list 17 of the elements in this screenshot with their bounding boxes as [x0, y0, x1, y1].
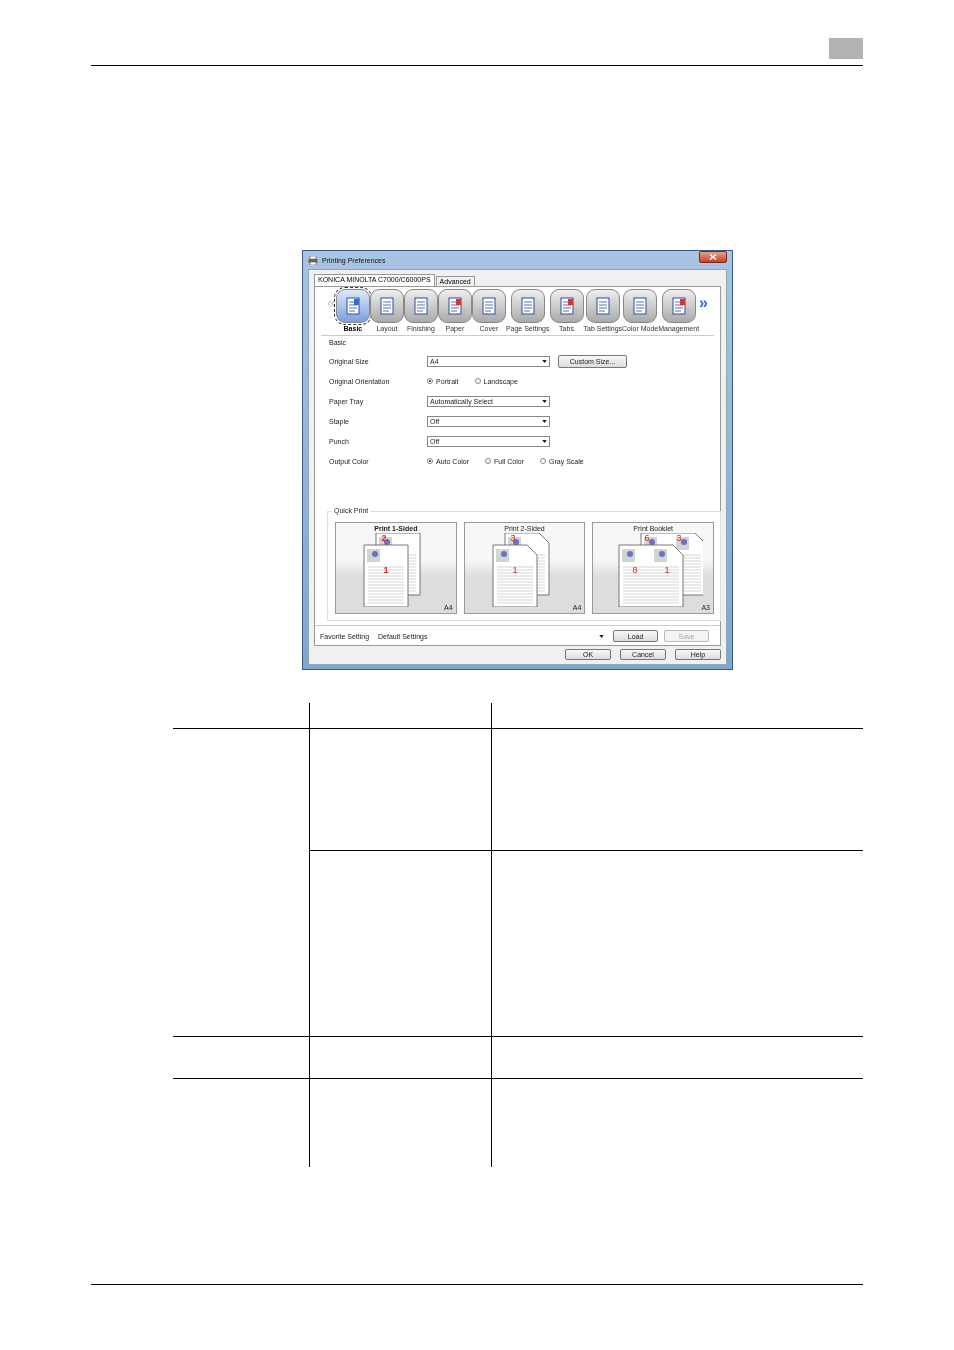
scroll-right-button[interactable]: »	[699, 295, 708, 311]
caret-icon	[542, 439, 547, 443]
caret-icon	[542, 419, 547, 423]
close-button[interactable]	[699, 251, 727, 263]
caret-icon	[599, 634, 605, 638]
pages-drawing: 2 1	[345, 533, 446, 607]
printer-icon	[308, 255, 318, 265]
radio-button[interactable]	[540, 458, 547, 464]
pages-drawing: 3 1	[474, 533, 575, 607]
caret-icon	[542, 399, 547, 403]
radio-button[interactable]	[427, 378, 433, 384]
radio-button[interactable]	[474, 378, 481, 384]
close-icon	[709, 254, 717, 260]
caret-icon	[542, 359, 547, 363]
page-number-block	[829, 38, 863, 59]
radio-button[interactable]	[485, 458, 492, 464]
radio-button[interactable]	[427, 458, 433, 464]
